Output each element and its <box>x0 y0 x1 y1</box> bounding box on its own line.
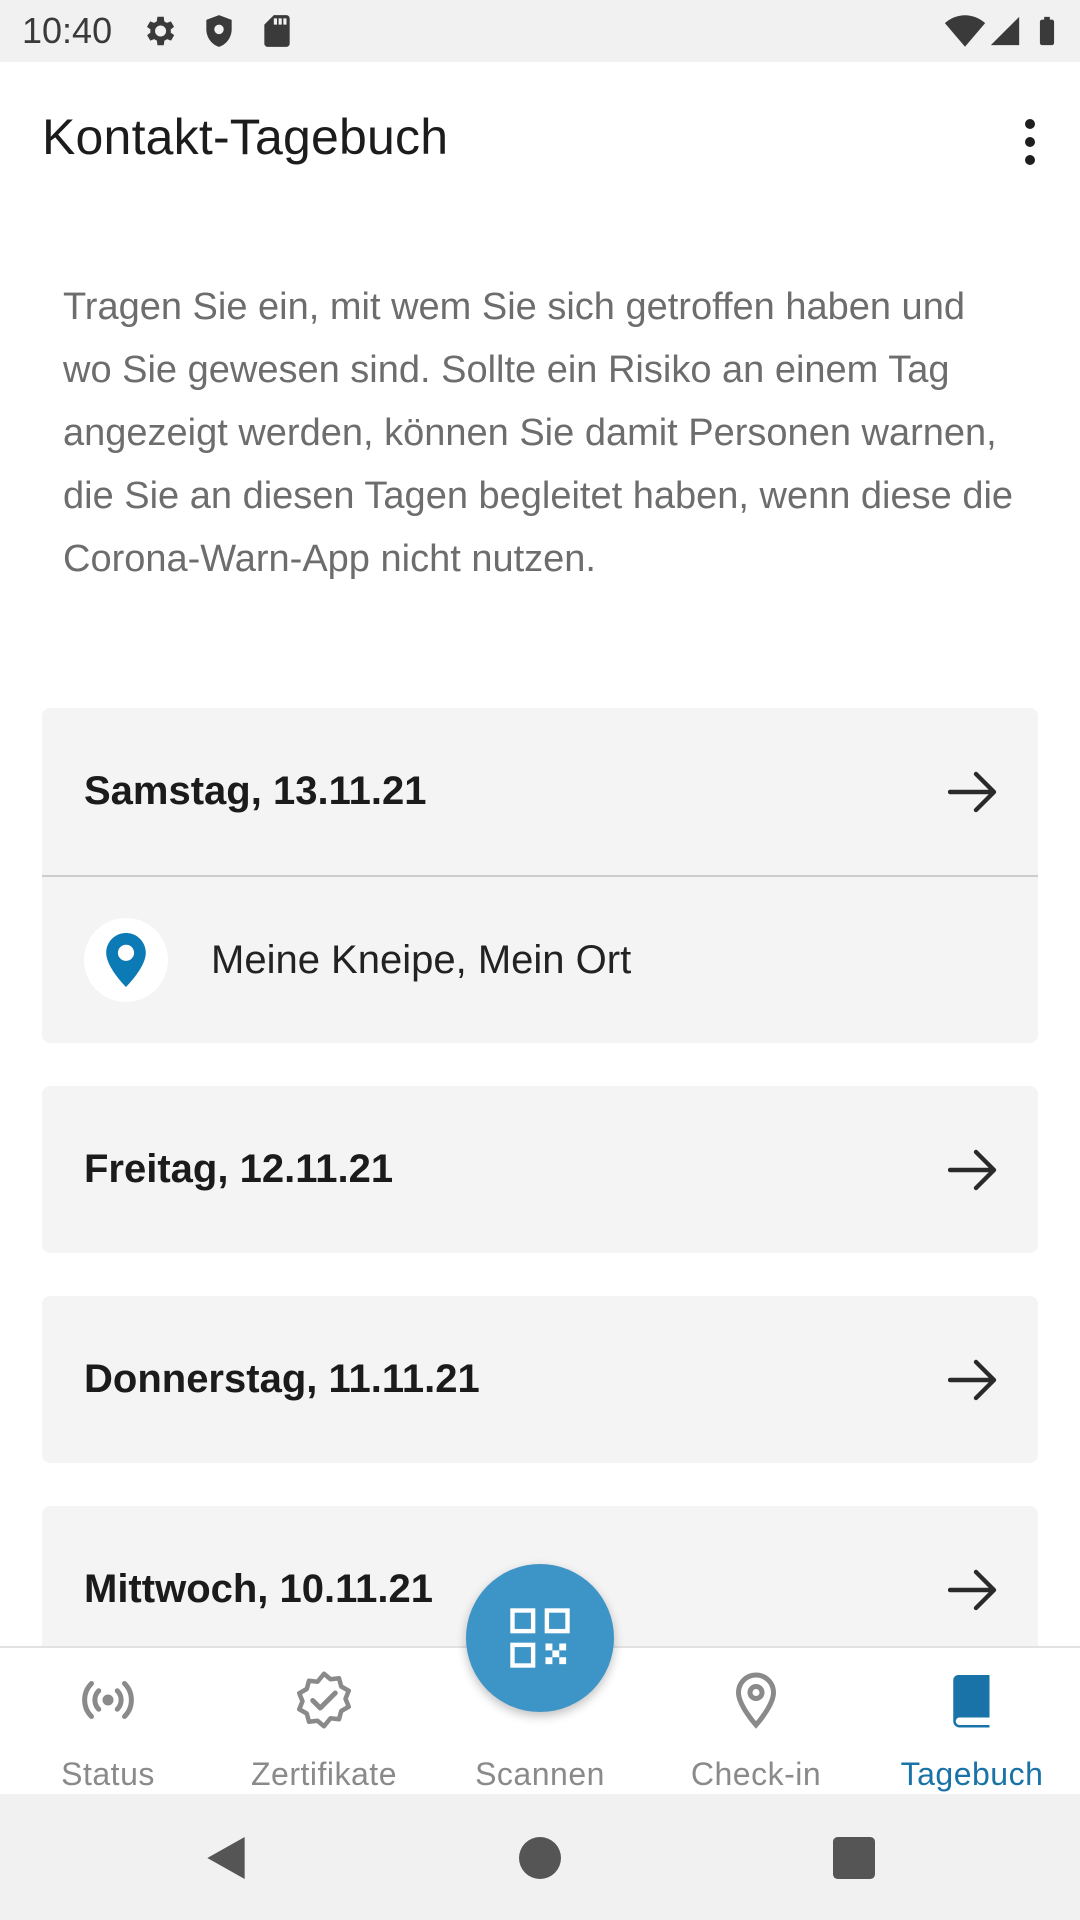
nav-label: Scannen <box>475 1756 605 1792</box>
more-options-button[interactable] <box>994 106 1066 178</box>
nav-item-status[interactable]: Status <box>0 1648 216 1796</box>
certificate-badge-icon <box>297 1671 351 1729</box>
status-time: 10:40 <box>22 10 113 51</box>
arrow-right-icon <box>948 1569 997 1610</box>
broadcast-icon <box>82 1681 134 1719</box>
battery-icon <box>1039 16 1055 46</box>
nav-label: Status <box>61 1756 155 1792</box>
day-date: Mittwoch, 10.11.21 <box>84 1567 434 1611</box>
nav-label: Check-in <box>690 1756 822 1792</box>
system-navigation-bar <box>0 1794 1080 1920</box>
day-date: Donnerstag, 11.11.21 <box>84 1357 480 1401</box>
arrow-right-icon <box>948 771 997 812</box>
more-vert-icon <box>1025 119 1035 129</box>
nav-label: Zertifikate <box>251 1756 397 1792</box>
arrow-right-icon <box>948 1149 997 1190</box>
nav-label: Tagebuch <box>900 1756 1044 1792</box>
home-icon[interactable] <box>512 1830 568 1886</box>
location-pin-icon <box>106 933 146 987</box>
day-card-saturday: Samstag, 13.11.21 Meine Kneipe, Mein Ort <box>42 708 1038 1043</box>
entry-icon <box>84 918 168 1002</box>
location-pin-icon <box>735 1672 777 1729</box>
list-item[interactable]: Meine Kneipe, Mein Ort <box>42 877 1038 1043</box>
arrow-right-icon <box>948 1359 997 1400</box>
day-date: Samstag, 13.11.21 <box>84 769 427 813</box>
gear-icon <box>146 16 175 46</box>
app-bar: Kontakt-Tagebuch <box>0 62 1080 214</box>
status-bar: 10:40 <box>0 0 1080 62</box>
day-header[interactable]: Donnerstag, 11.11.21 <box>42 1296 1038 1463</box>
qr-code-icon <box>510 1608 570 1668</box>
cell-signal-icon <box>990 16 1020 46</box>
shield-icon <box>206 15 232 47</box>
day-header[interactable]: Freitag, 12.11.21 <box>42 1086 1038 1253</box>
recents-icon[interactable] <box>826 1830 882 1886</box>
entry-label: Meine Kneipe, Mein Ort <box>211 937 632 982</box>
day-card-thursday[interactable]: Donnerstag, 11.11.21 <box>42 1296 1038 1463</box>
day-card-friday[interactable]: Freitag, 12.11.21 <box>42 1086 1038 1253</box>
back-icon[interactable] <box>198 1830 254 1886</box>
day-date: Freitag, 12.11.21 <box>84 1147 394 1191</box>
page-title: Kontakt-Tagebuch <box>42 109 449 165</box>
wifi-icon <box>944 15 986 47</box>
nav-item-tagebuch[interactable]: Tagebuch <box>864 1648 1080 1796</box>
scan-fab-button[interactable] <box>466 1564 614 1712</box>
nav-item-zertifikate[interactable]: Zertifikate <box>216 1648 432 1796</box>
intro-text: Tragen Sie ein, mit wem Sie sich getroff… <box>63 286 1014 580</box>
book-icon <box>953 1675 990 1728</box>
sd-card-icon <box>264 15 290 47</box>
day-header[interactable]: Samstag, 13.11.21 <box>42 708 1038 875</box>
nav-item-check-in[interactable]: Check-in <box>648 1648 864 1796</box>
